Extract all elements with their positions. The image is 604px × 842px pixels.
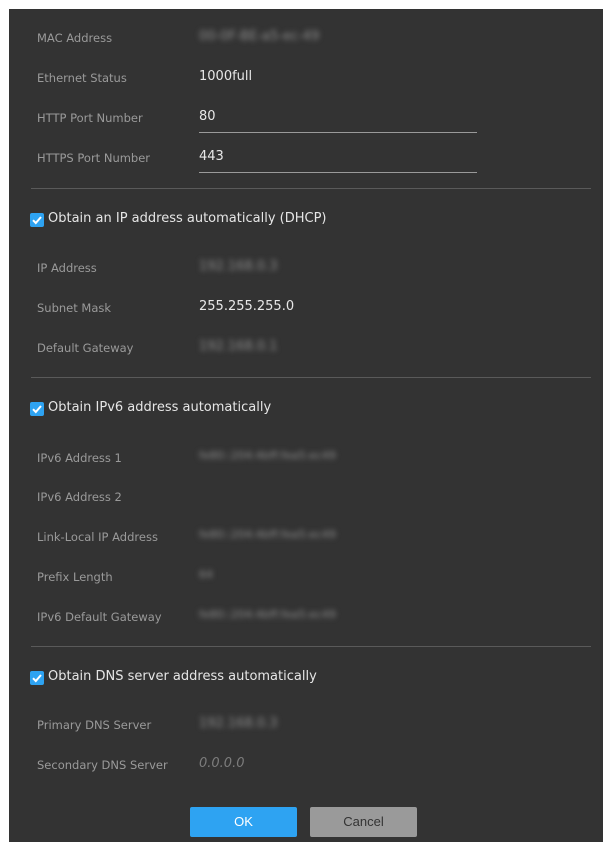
http-port-input[interactable]: 80 [199,109,216,124]
ipv6-default-gateway-row: IPv6 Default Gateway fe80::204:4bff:fea5… [9,605,603,631]
prefix-length-row: Prefix Length 64 [9,565,603,591]
prefix-length-value: 64 [199,568,213,581]
ethernet-status-value: 1000full [199,69,253,84]
link-local-label: Link-Local IP Address [37,530,158,544]
divider [31,188,591,189]
mac-address-row: MAC Address 00-0F-BE-a5-ec-49 [9,26,603,52]
dns-checkbox-label[interactable]: Obtain DNS server address automatically [48,669,317,684]
subnet-mask-label: Subnet Mask [37,301,112,315]
primary-dns-label: Primary DNS Server [37,718,152,732]
ipv6-default-gateway-value: fe80::204:4bff:fea5:ec49 [199,608,336,621]
subnet-mask-value: 255.255.255.0 [199,299,295,314]
ip-address-row: IP Address 192.168.0.3 [9,256,603,282]
ipv6-checkbox[interactable] [30,402,44,416]
divider [31,646,591,647]
primary-dns-value: 192.168.0.3 [199,716,278,731]
prefix-length-label: Prefix Length [37,570,113,584]
https-port-input[interactable]: 443 [199,149,224,164]
dns-checkbox[interactable] [30,671,44,685]
primary-dns-row: Primary DNS Server 192.168.0.3 [9,713,603,739]
dhcp-checkbox-label[interactable]: Obtain an IP address automatically (DHCP… [48,211,326,226]
ok-button[interactable]: OK [190,807,297,837]
divider [31,377,591,378]
checkmark-icon [32,674,42,683]
checkmark-icon [32,216,42,225]
secondary-dns-value: 0.0.0.0 [199,756,245,771]
default-gateway-label: Default Gateway [37,341,134,355]
link-local-value: fe80::204:4bff:fea5:ec49 [199,528,336,541]
ethernet-status-label: Ethernet Status [37,71,127,85]
checkmark-icon [32,405,42,414]
network-settings-panel: MAC Address 00-0F-BE-a5-ec-49 Ethernet S… [9,9,603,842]
secondary-dns-label: Secondary DNS Server [37,758,168,772]
ipv6-checkbox-label[interactable]: Obtain IPv6 address automatically [48,400,271,415]
ip-address-value: 192.168.0.3 [199,259,278,274]
https-port-row: HTTPS Port Number 443 [9,146,603,173]
secondary-dns-row: Secondary DNS Server 0.0.0.0 [9,753,603,779]
ipv6-address-1-row: IPv6 Address 1 fe80::204:4bff:fea5:ec49 [9,446,603,472]
cancel-button[interactable]: Cancel [310,807,417,837]
ipv6-default-gateway-label: IPv6 Default Gateway [37,610,162,624]
ipv6-address-1-label: IPv6 Address 1 [37,451,122,465]
ipv6-checkbox-row[interactable]: Obtain IPv6 address automatically [9,400,603,422]
https-port-underline [199,172,477,173]
http-port-label: HTTP Port Number [37,111,143,125]
dhcp-checkbox[interactable] [30,213,44,227]
mac-address-value: 00-0F-BE-a5-ec-49 [199,29,320,44]
dns-checkbox-row[interactable]: Obtain DNS server address automatically [9,669,603,691]
default-gateway-row: Default Gateway 192.168.0.1 [9,336,603,362]
http-port-row: HTTP Port Number 80 [9,106,603,133]
link-local-row: Link-Local IP Address fe80::204:4bff:fea… [9,525,603,551]
ethernet-status-row: Ethernet Status 1000full [9,66,603,92]
dhcp-checkbox-row[interactable]: Obtain an IP address automatically (DHCP… [9,211,603,233]
mac-address-label: MAC Address [37,31,113,45]
subnet-mask-row: Subnet Mask 255.255.255.0 [9,296,603,322]
https-port-label: HTTPS Port Number [37,151,151,165]
ipv6-address-2-row: IPv6 Address 2 [9,485,603,511]
ipv6-address-1-value: fe80::204:4bff:fea5:ec49 [199,449,336,462]
default-gateway-value: 192.168.0.1 [199,339,278,354]
http-port-underline [199,132,477,133]
ipv6-address-2-label: IPv6 Address 2 [37,490,122,504]
ip-address-label: IP Address [37,261,97,275]
